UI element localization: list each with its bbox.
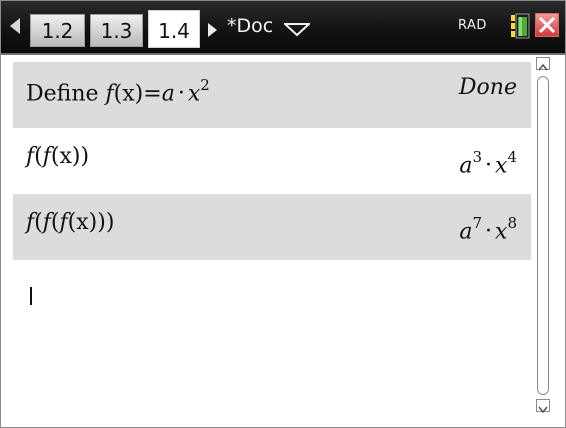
entry-3-output[interactable]: a7 · x8	[459, 214, 517, 244]
history-entry-1[interactable]: Define f(x)=a · x2 Done	[13, 62, 531, 128]
scroll-up-button[interactable]	[536, 57, 550, 71]
battery-icon	[511, 13, 531, 43]
document-name[interactable]: *Doc	[227, 15, 273, 37]
scroll-thumb[interactable]	[537, 76, 549, 395]
vertical-scrollbar[interactable]	[536, 57, 551, 418]
entry-1-input[interactable]: Define f(x)=a · x2	[26, 76, 210, 106]
close-icon[interactable]	[535, 13, 559, 37]
scroll-down-button[interactable]	[536, 399, 550, 414]
calculator-history[interactable]: Define f(x)=a · x2 Done f(f(x)) a3 · x4 f(f(…	[13, 62, 531, 419]
angle-mode-indicator: RAD	[458, 18, 487, 33]
tab-1-3[interactable]: 1.3	[90, 14, 143, 47]
chevron-down-icon	[538, 406, 548, 414]
tab-1-4[interactable]: 1.4	[148, 10, 200, 48]
entry-2-input[interactable]: f(f(x))	[26, 144, 89, 169]
chevron-up-icon	[538, 63, 548, 71]
arrow-left-icon[interactable]	[10, 18, 20, 34]
tab-1-2[interactable]: 1.2	[30, 14, 85, 47]
history-entry-2[interactable]: f(f(x)) a3 · x4	[13, 128, 531, 194]
entry-3-input[interactable]: f(f(f(x)))	[26, 210, 114, 235]
text-cursor[interactable]	[30, 287, 32, 305]
entry-2-output[interactable]: a3 · x4	[459, 148, 517, 178]
history-entry-3[interactable]: f(f(f(x))) a7 · x8	[13, 194, 531, 260]
tab-bar: 1.2 1.3 1.4 *Doc RAD	[1, 1, 565, 55]
arrow-right-icon[interactable]	[208, 23, 217, 37]
calculator-screen: 1.2 1.3 1.4 *Doc RAD Define f(x)=a · x2 …	[0, 0, 566, 428]
entry-1-output[interactable]: Done	[459, 75, 517, 100]
chevron-down-icon[interactable]	[282, 22, 312, 41]
